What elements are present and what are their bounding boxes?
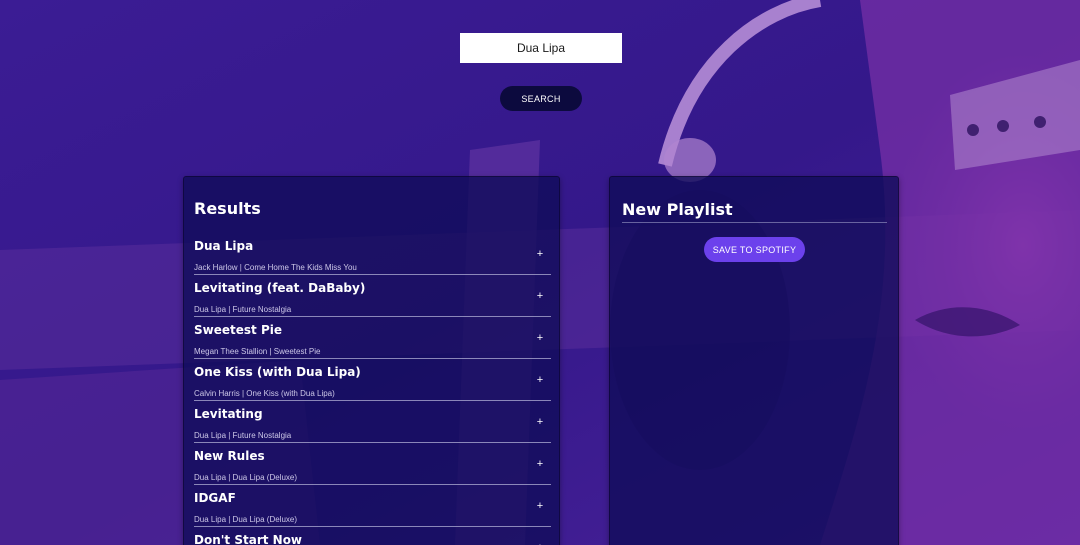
add-track-button[interactable]: + <box>533 541 547 545</box>
track-row: Dua Lipa Jack Harlow | Come Home The Kid… <box>194 233 551 275</box>
track-name: IDGAF <box>194 491 236 505</box>
results-title: Results <box>194 199 261 218</box>
track-row: Levitating Dua Lipa | Future Nostalgia + <box>194 401 551 443</box>
track-info: Jack Harlow | Come Home The Kids Miss Yo… <box>194 263 357 272</box>
add-track-button[interactable]: + <box>533 457 547 471</box>
search-button[interactable]: SEARCH <box>500 86 582 111</box>
playlist-name-input[interactable]: New Playlist <box>622 200 887 223</box>
track-info: Dua Lipa | Future Nostalgia <box>194 305 292 314</box>
track-name: Don't Start Now <box>194 533 303 545</box>
track-row: New Rules Dua Lipa | Dua Lipa (Deluxe) + <box>194 443 551 485</box>
results-panel: Results Dua Lipa Jack Harlow | Come Home… <box>183 176 560 545</box>
track-row: Don't Start Now + <box>194 527 551 545</box>
save-to-spotify-button[interactable]: SAVE TO SPOTIFY <box>704 237 805 262</box>
add-track-button[interactable]: + <box>533 373 547 387</box>
search-input[interactable] <box>460 33 622 63</box>
track-row: Sweetest Pie Megan Thee Stallion | Sweet… <box>194 317 551 359</box>
add-track-button[interactable]: + <box>533 415 547 429</box>
add-track-button[interactable]: + <box>533 289 547 303</box>
add-track-button[interactable]: + <box>533 247 547 261</box>
track-row: One Kiss (with Dua Lipa) Calvin Harris |… <box>194 359 551 401</box>
track-info: Calvin Harris | One Kiss (with Dua Lipa) <box>194 389 335 398</box>
track-name: Sweetest Pie <box>194 323 282 337</box>
track-name: Levitating <box>194 407 263 421</box>
playlist-panel: New Playlist SAVE TO SPOTIFY <box>609 176 899 545</box>
track-info: Dua Lipa | Dua Lipa (Deluxe) <box>194 473 298 482</box>
track-name: Dua Lipa <box>194 239 254 253</box>
track-row: Levitating (feat. DaBaby) Dua Lipa | Fut… <box>194 275 551 317</box>
track-info: Dua Lipa | Future Nostalgia <box>194 431 292 440</box>
add-track-button[interactable]: + <box>533 499 547 513</box>
track-name: New Rules <box>194 449 265 463</box>
track-info: Megan Thee Stallion | Sweetest Pie <box>194 347 321 356</box>
track-name: One Kiss (with Dua Lipa) <box>194 365 361 379</box>
track-info: Dua Lipa | Dua Lipa (Deluxe) <box>194 515 298 524</box>
track-row: IDGAF Dua Lipa | Dua Lipa (Deluxe) + <box>194 485 551 527</box>
track-list: Dua Lipa Jack Harlow | Come Home The Kid… <box>194 233 551 545</box>
add-track-button[interactable]: + <box>533 331 547 345</box>
track-name: Levitating (feat. DaBaby) <box>194 281 366 295</box>
